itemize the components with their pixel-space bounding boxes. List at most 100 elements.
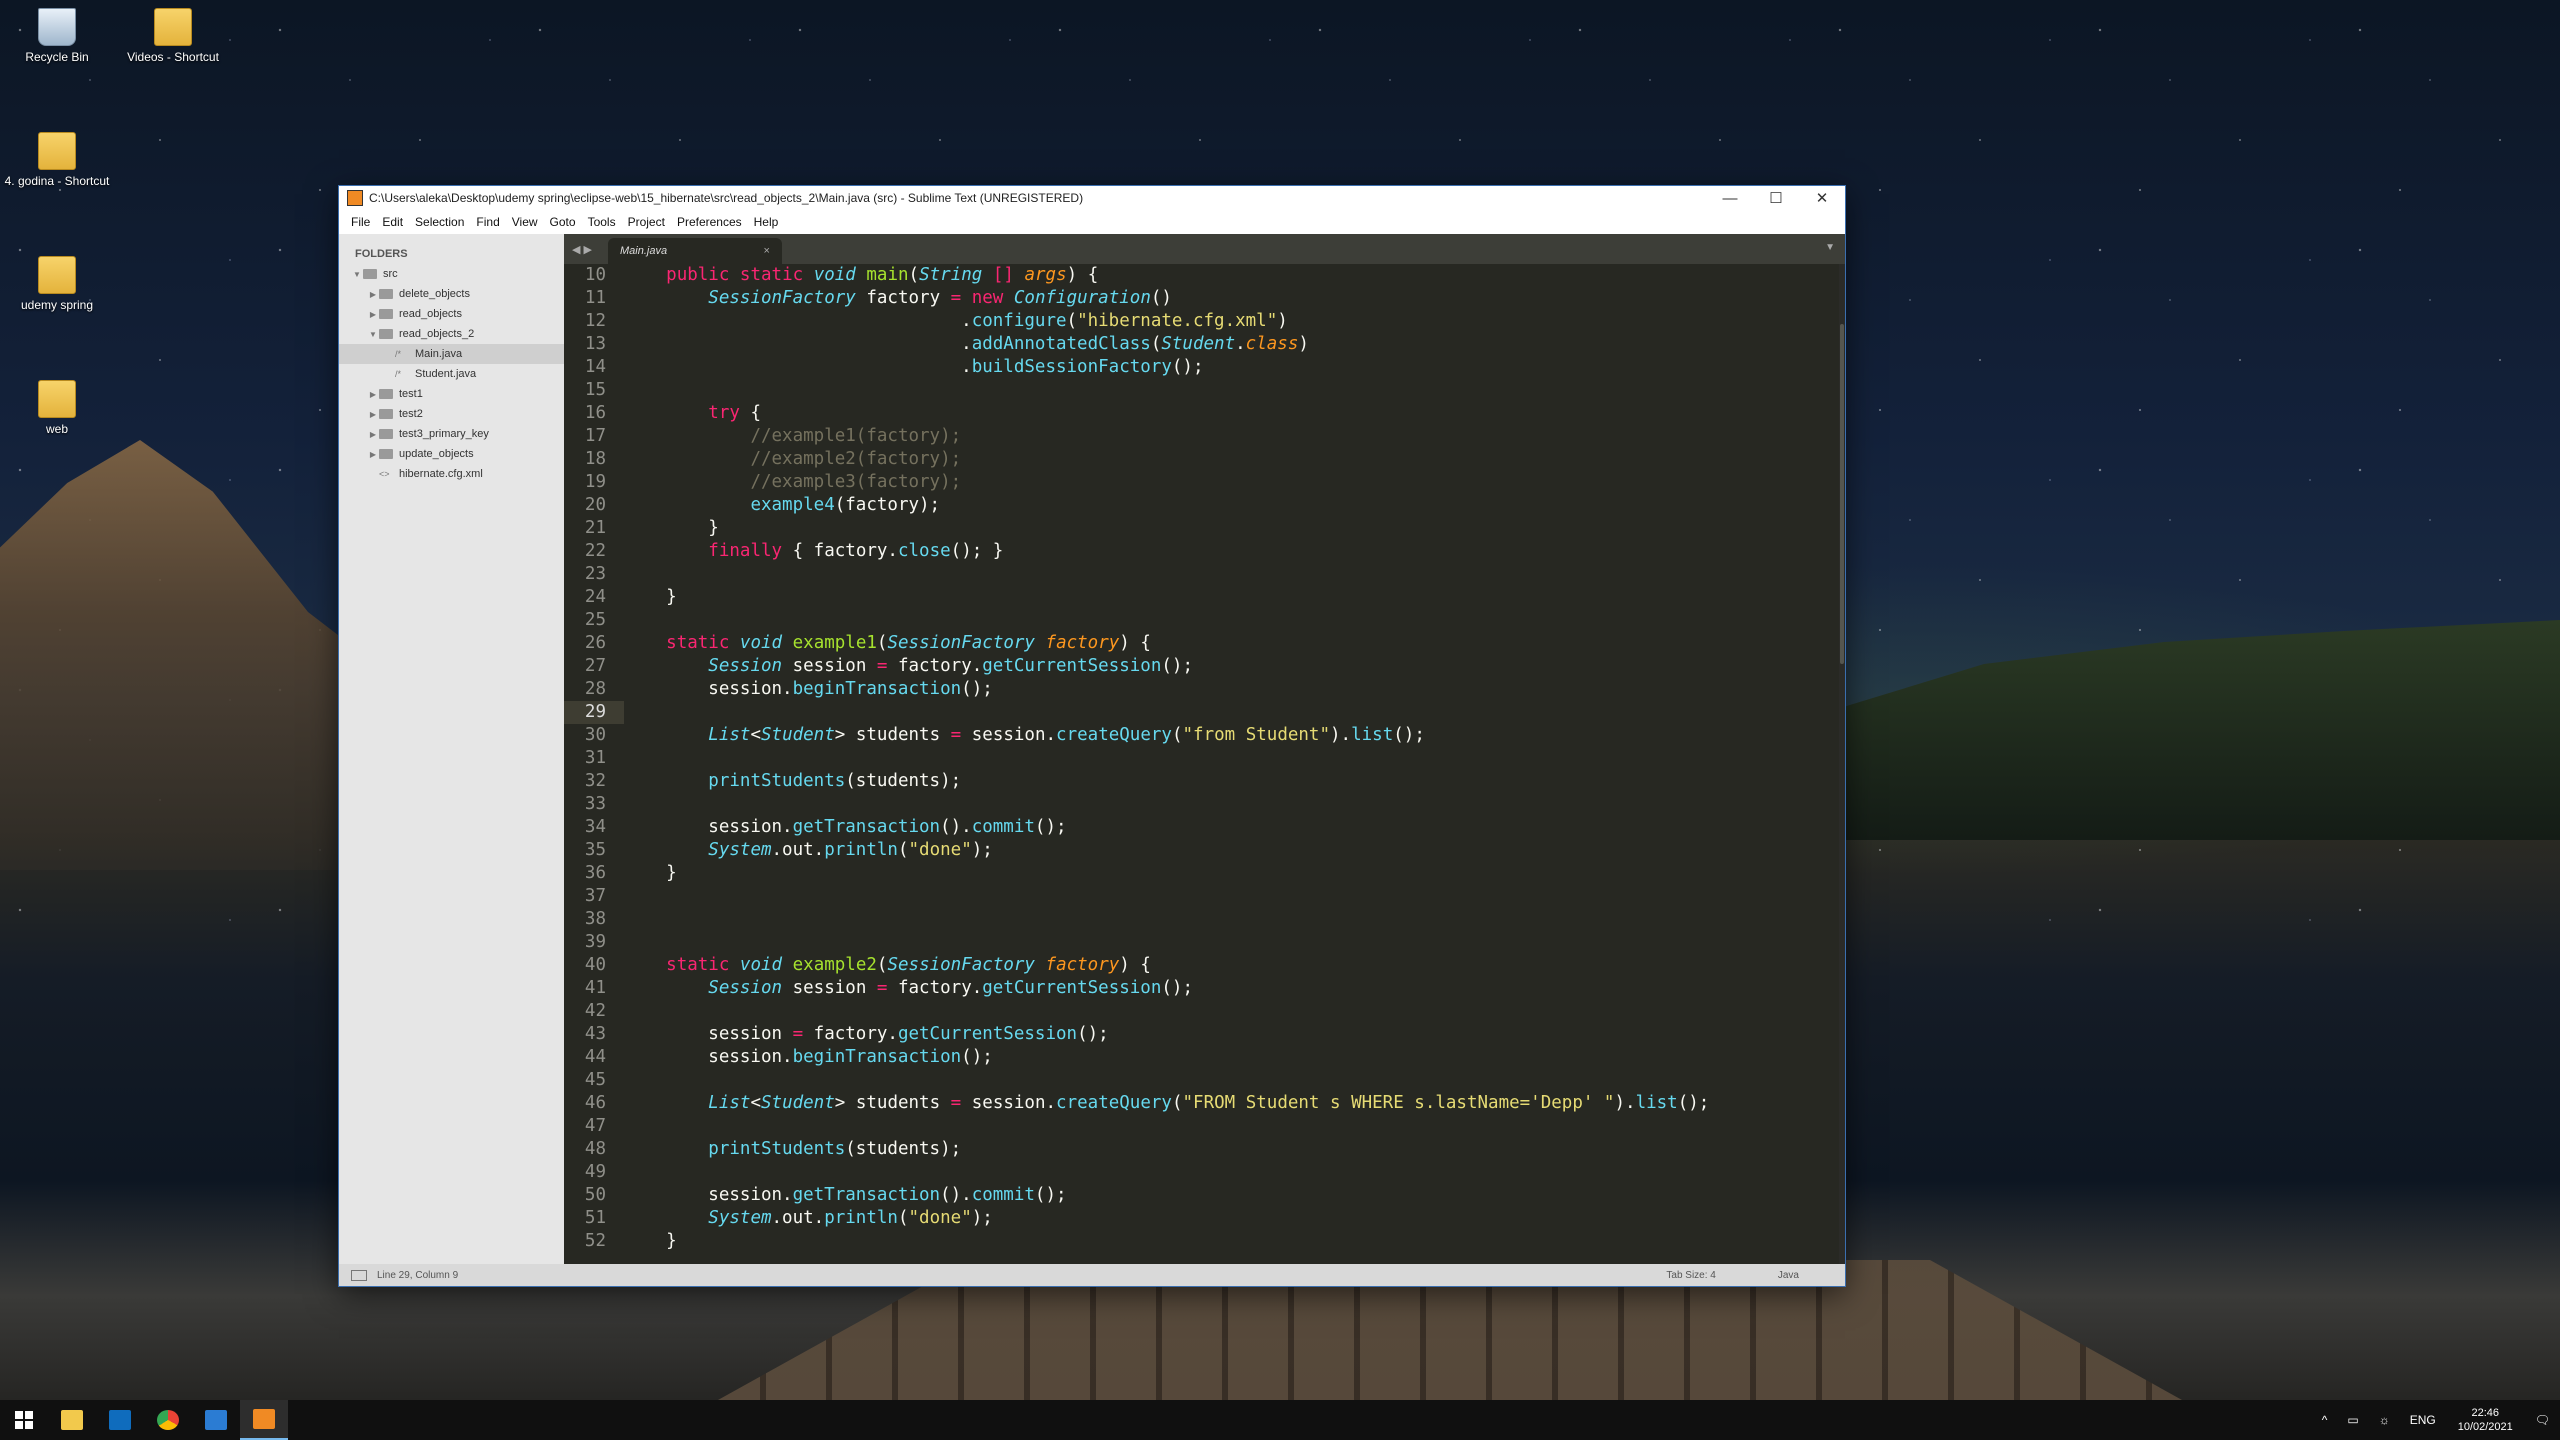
minimize-button[interactable]: — — [1707, 186, 1753, 210]
chevron-down-icon[interactable]: ▼ — [1825, 242, 1835, 253]
tree-item[interactable]: /* Main.java — [339, 344, 564, 364]
menu-preferences[interactable]: Preferences — [671, 215, 748, 229]
menu-help[interactable]: Help — [748, 215, 785, 229]
tree-item[interactable]: ▶ test3_primary_key — [339, 424, 564, 444]
collapsed-arrow-icon[interactable]: ▶ — [367, 410, 379, 419]
code-line[interactable]: session.beginTransaction(); — [624, 678, 1839, 701]
tab-size[interactable]: Tab Size: 4 — [1666, 1270, 1715, 1281]
taskbar-outlook[interactable] — [96, 1400, 144, 1440]
tree-item[interactable]: ▼ src — [339, 264, 564, 284]
code-line[interactable]: session.getTransaction().commit(); — [624, 816, 1839, 839]
desktop-icon-recycle-bin[interactable]: Recycle Bin — [2, 8, 112, 64]
taskbar-sublime-text[interactable] — [240, 1400, 288, 1440]
language-indicator[interactable]: ENG — [2400, 1413, 2446, 1427]
code-line[interactable]: try { — [624, 402, 1839, 425]
brightness-icon[interactable]: ☼ — [2369, 1413, 2400, 1427]
menu-edit[interactable]: Edit — [376, 215, 409, 229]
code-line[interactable] — [624, 1000, 1839, 1023]
code-line[interactable]: example4(factory); — [624, 494, 1839, 517]
expanded-arrow-icon[interactable]: ▼ — [351, 270, 363, 279]
code-line[interactable]: Session session = factory.getCurrentSess… — [624, 655, 1839, 678]
taskbar-word[interactable] — [192, 1400, 240, 1440]
code-line[interactable] — [624, 1069, 1839, 1092]
code-line[interactable] — [624, 379, 1839, 402]
desktop-icon-web[interactable]: web — [2, 380, 112, 436]
collapsed-arrow-icon[interactable]: ▶ — [367, 310, 379, 319]
code-line[interactable]: .addAnnotatedClass(Student.class) — [624, 333, 1839, 356]
desktop-icon-godina-shortcut[interactable]: 4. godina - Shortcut — [2, 132, 112, 188]
code-line[interactable]: finally { factory.close(); } — [624, 540, 1839, 563]
code-view[interactable]: 10 11 12 13 14 15 16 17 18 19 20 21 22 23 24 25 26 27 28 29… — [564, 264, 1845, 1264]
code-line[interactable]: .buildSessionFactory(); — [624, 356, 1839, 379]
code-line[interactable]: session.getTransaction().commit(); — [624, 1184, 1839, 1207]
tray-caret-icon[interactable]: ^ — [2312, 1413, 2338, 1427]
tree-item[interactable]: <> hibernate.cfg.xml — [339, 464, 564, 484]
tree-item[interactable]: ▶ delete_objects — [339, 284, 564, 304]
code-line[interactable]: } — [624, 1230, 1839, 1253]
expanded-arrow-icon[interactable]: ▼ — [367, 330, 379, 339]
code-line[interactable]: } — [624, 517, 1839, 540]
maximize-button[interactable]: ☐ — [1753, 186, 1799, 210]
code-line[interactable]: printStudents(students); — [624, 1138, 1839, 1161]
collapsed-arrow-icon[interactable]: ▶ — [367, 290, 379, 299]
close-button[interactable]: ✕ — [1799, 186, 1845, 210]
code-line[interactable] — [624, 609, 1839, 632]
code-line[interactable]: session = factory.getCurrentSession(); — [624, 1023, 1839, 1046]
code-line[interactable]: static void example1(SessionFactory fact… — [624, 632, 1839, 655]
code-line[interactable]: List<Student> students = session.createQ… — [624, 724, 1839, 747]
panel-toggle-icon[interactable] — [351, 1269, 367, 1281]
code-line[interactable] — [624, 931, 1839, 954]
code-line[interactable]: } — [624, 586, 1839, 609]
taskbar-chrome[interactable] — [144, 1400, 192, 1440]
code-line[interactable]: System.out.println("done"); — [624, 839, 1839, 862]
code-line[interactable]: } — [624, 862, 1839, 885]
title-bar[interactable]: C:\Users\aleka\Desktop\udemy spring\ecli… — [339, 186, 1845, 210]
collapsed-arrow-icon[interactable]: ▶ — [367, 450, 379, 459]
taskbar-file-explorer[interactable] — [48, 1400, 96, 1440]
tree-item[interactable]: ▶ test2 — [339, 404, 564, 424]
menu-find[interactable]: Find — [470, 215, 505, 229]
scrollbar-thumb[interactable] — [1840, 324, 1844, 664]
code-line[interactable]: //example1(factory); — [624, 425, 1839, 448]
code-line[interactable] — [624, 908, 1839, 931]
syntax-mode[interactable]: Java — [1778, 1270, 1799, 1281]
tree-item[interactable]: ▶ test1 — [339, 384, 564, 404]
code-line[interactable]: List<Student> students = session.createQ… — [624, 1092, 1839, 1115]
tree-item[interactable]: ▼ read_objects_2 — [339, 324, 564, 344]
code-line[interactable] — [624, 701, 1839, 724]
code-line[interactable] — [624, 747, 1839, 770]
code-line[interactable]: //example2(factory); — [624, 448, 1839, 471]
code-line[interactable] — [624, 1115, 1839, 1138]
menu-view[interactable]: View — [506, 215, 544, 229]
code-line[interactable]: printStudents(students); — [624, 770, 1839, 793]
notifications-icon[interactable]: 🗨 — [2525, 1413, 2560, 1427]
tab-main-java[interactable]: Main.java × — [607, 238, 782, 264]
code-line[interactable]: static void example2(SessionFactory fact… — [624, 954, 1839, 977]
close-icon[interactable]: × — [764, 245, 770, 257]
clock[interactable]: 22:46 10/02/2021 — [2446, 1406, 2525, 1434]
code-line[interactable] — [624, 793, 1839, 816]
code-line[interactable]: public static void main(String [] args) … — [624, 264, 1839, 287]
collapsed-arrow-icon[interactable]: ▶ — [367, 430, 379, 439]
desktop-icon-udemy-spring[interactable]: udemy spring — [2, 256, 112, 312]
start-button[interactable] — [0, 1400, 48, 1440]
menu-goto[interactable]: Goto — [544, 215, 582, 229]
battery-icon[interactable]: ▭ — [2337, 1413, 2368, 1427]
tree-item[interactable]: ▶ update_objects — [339, 444, 564, 464]
code-line[interactable] — [624, 1161, 1839, 1184]
collapsed-arrow-icon[interactable]: ▶ — [367, 390, 379, 399]
menu-selection[interactable]: Selection — [409, 215, 470, 229]
code-line[interactable] — [624, 885, 1839, 908]
tree-item[interactable]: /* Student.java — [339, 364, 564, 384]
menu-tools[interactable]: Tools — [582, 215, 622, 229]
code-line[interactable]: .configure("hibernate.cfg.xml") — [624, 310, 1839, 333]
menu-project[interactable]: Project — [622, 215, 671, 229]
code-line[interactable]: SessionFactory factory = new Configurati… — [624, 287, 1839, 310]
tree-item[interactable]: ▶ read_objects — [339, 304, 564, 324]
code-text[interactable]: public static void main(String [] args) … — [624, 264, 1839, 1264]
code-line[interactable]: //example3(factory); — [624, 471, 1839, 494]
desktop-icon-videos-shortcut[interactable]: Videos - Shortcut — [118, 8, 228, 64]
code-line[interactable]: session.beginTransaction(); — [624, 1046, 1839, 1069]
code-line[interactable] — [624, 563, 1839, 586]
code-line[interactable]: System.out.println("done"); — [624, 1207, 1839, 1230]
